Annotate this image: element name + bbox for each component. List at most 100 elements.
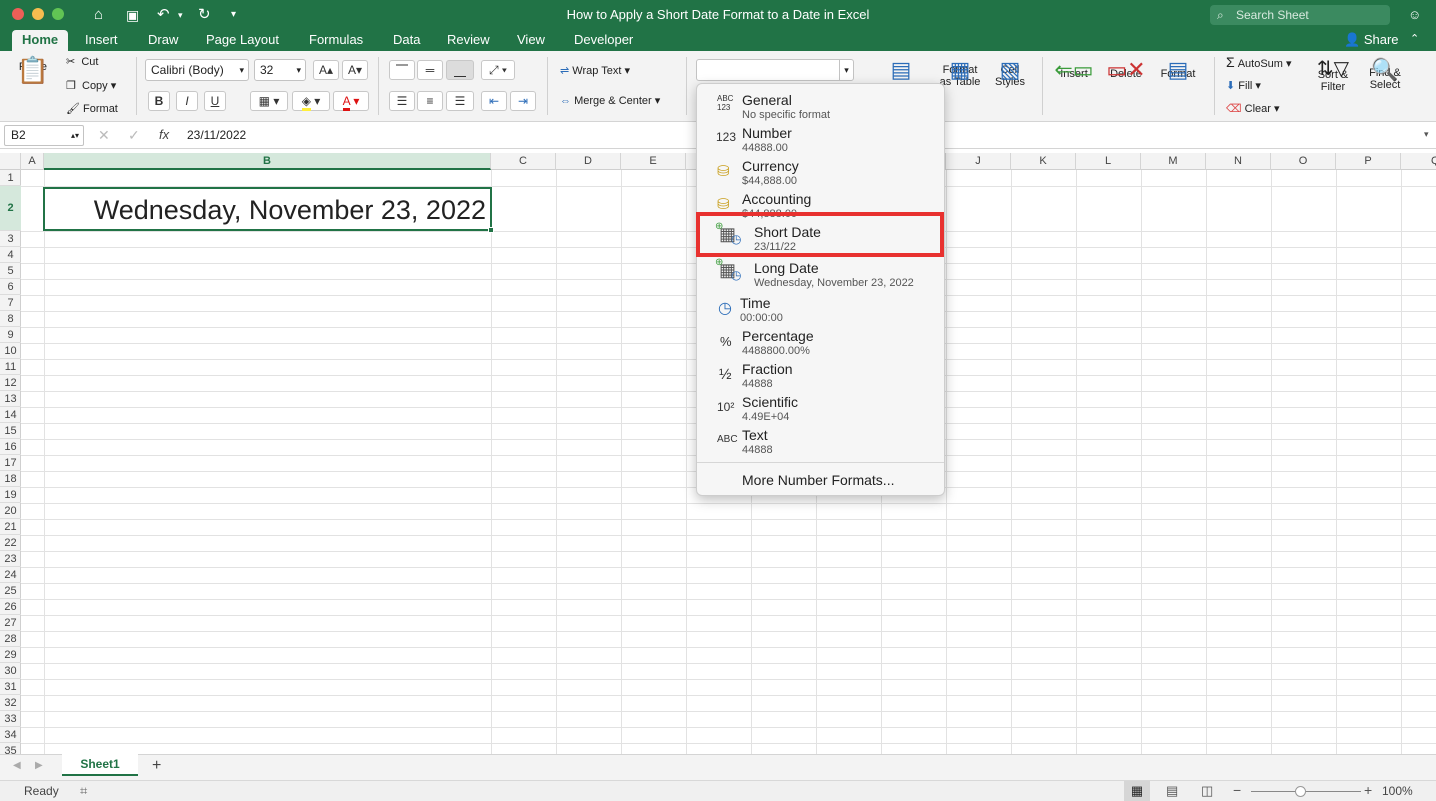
tab-view[interactable]: View <box>517 30 545 51</box>
increase-indent-button[interactable]: ⇥ <box>510 91 536 111</box>
copy-button[interactable]: ❐ Copy ▾ <box>66 80 116 92</box>
tab-draw[interactable]: Draw <box>148 30 178 51</box>
tab-review[interactable]: Review <box>447 30 490 51</box>
close-window-button[interactable] <box>12 8 24 20</box>
row-header[interactable]: 26 <box>0 599 21 615</box>
select-all-corner[interactable] <box>0 153 21 170</box>
row-header[interactable]: 33 <box>0 711 21 727</box>
column-header[interactable]: O <box>1271 153 1336 170</box>
column-header[interactable]: K <box>1011 153 1076 170</box>
align-right-button[interactable]: ☰ <box>446 91 474 111</box>
row-header[interactable]: 6 <box>0 279 21 295</box>
menu-item-percentage[interactable]: % Percentage 4488800.00% <box>697 323 944 357</box>
row-header[interactable]: 29 <box>0 647 21 663</box>
row-header[interactable]: 13 <box>0 391 21 407</box>
insert-cells-button[interactable]: ⇐▭ Insert <box>1052 59 1096 81</box>
align-top-button[interactable]: ⎺ <box>389 60 415 80</box>
feedback-icon[interactable]: ☺ <box>1408 5 1421 25</box>
menu-item-long-date[interactable]: ▦ ⊕ ◷ Long Date Wednesday, November 23, 20… <box>697 255 944 289</box>
zoom-out-icon[interactable]: − <box>1233 782 1241 798</box>
cell-b2[interactable]: Wednesday, November 23, 2022 <box>43 187 494 233</box>
font-size-select[interactable]: 32 ▾ <box>254 59 306 81</box>
row-header[interactable]: 5 <box>0 263 21 279</box>
zoom-in-icon[interactable]: + <box>1364 782 1372 798</box>
column-header[interactable]: Q <box>1401 153 1436 170</box>
menu-item-general[interactable]: ABC 123 General No specific format <box>697 87 944 121</box>
row-header[interactable]: 27 <box>0 615 21 631</box>
column-header[interactable]: E <box>621 153 686 170</box>
row-header[interactable]: 3 <box>0 231 21 247</box>
row-header[interactable]: 22 <box>0 535 21 551</box>
customize-toolbar-icon[interactable]: ▾ <box>231 5 236 25</box>
zoom-slider[interactable] <box>1251 791 1361 792</box>
page-layout-view-icon[interactable]: ▤ <box>1166 783 1178 799</box>
row-header[interactable]: 24 <box>0 567 21 583</box>
cancel-icon[interactable]: ✕ <box>98 127 110 144</box>
save-icon[interactable]: ▣ <box>126 5 139 25</box>
row-header[interactable]: 14 <box>0 407 21 423</box>
menu-item-fraction[interactable]: ½ Fraction 44888 <box>697 356 944 390</box>
home-icon[interactable]: ⌂ <box>94 5 103 25</box>
align-center-button[interactable]: ≡ <box>417 91 443 111</box>
cell-styles-button[interactable]: ▧ Cell Styles <box>988 59 1032 89</box>
menu-item-number[interactable]: 123 Number 44888.00 <box>697 120 944 154</box>
expand-formula-bar-icon[interactable]: ▾ <box>1424 129 1429 140</box>
font-name-select[interactable]: Calibri (Body) ▾ <box>145 59 249 81</box>
row-header[interactable]: 31 <box>0 679 21 695</box>
name-box[interactable]: B2 ▴▾ <box>4 125 84 146</box>
minimize-window-button[interactable] <box>32 8 44 20</box>
borders-button[interactable]: ▦ ▾ <box>250 91 288 111</box>
row-header[interactable]: 9 <box>0 327 21 343</box>
number-format-select[interactable]: ▾ <box>696 59 854 81</box>
merge-center-button[interactable]: ⇔ Merge & Center ▾ <box>560 95 660 107</box>
row-header[interactable]: 8 <box>0 311 21 327</box>
column-header[interactable]: B <box>44 153 491 170</box>
autosum-button[interactable]: Σ AutoSum ▾ <box>1226 55 1292 70</box>
decrease-indent-button[interactable]: ⇤ <box>481 91 507 111</box>
row-header[interactable]: 12 <box>0 375 21 391</box>
fill-button[interactable]: ⬇ Fill ▾ <box>1226 80 1261 92</box>
wrap-text-button[interactable]: ⇌ Wrap Text ▾ <box>560 65 630 77</box>
find-select-button[interactable]: 🔍 Find & Select <box>1362 59 1408 92</box>
tab-page-layout[interactable]: Page Layout <box>206 30 279 51</box>
decrease-font-size-button[interactable]: A▾ <box>342 60 368 80</box>
undo-dropdown-icon[interactable]: ▾ <box>178 5 183 25</box>
column-header[interactable]: J <box>946 153 1011 170</box>
row-header[interactable]: 32 <box>0 695 21 711</box>
zoom-window-button[interactable] <box>52 8 64 20</box>
fill-color-button[interactable]: ◈ ▾ <box>292 91 330 111</box>
align-middle-button[interactable]: ═ <box>417 60 443 80</box>
underline-button[interactable]: U <box>204 91 226 111</box>
column-header[interactable]: P <box>1336 153 1401 170</box>
orientation-button[interactable]: ⤢ ▾ <box>481 60 515 80</box>
row-header[interactable]: 21 <box>0 519 21 535</box>
align-bottom-button[interactable]: ⎽ <box>446 60 474 80</box>
row-header[interactable]: 20 <box>0 503 21 519</box>
row-header[interactable]: 7 <box>0 295 21 311</box>
undo-icon[interactable]: ↶ <box>157 5 170 25</box>
paste-button[interactable]: 📋 Paste <box>10 57 56 83</box>
cut-button[interactable]: ✂ Cut <box>66 56 98 68</box>
font-color-button[interactable]: A ▾ <box>333 91 369 111</box>
search-input[interactable]: ⌕ Search Sheet <box>1210 5 1390 25</box>
row-header[interactable]: 28 <box>0 631 21 647</box>
menu-item-scientific[interactable]: 10² Scientific 4.49E+04 <box>697 389 944 423</box>
column-header[interactable]: N <box>1206 153 1271 170</box>
redo-icon[interactable]: ↻ <box>198 5 211 25</box>
scroll-left-icon[interactable]: ◀ <box>13 760 21 771</box>
row-header[interactable]: 25 <box>0 583 21 599</box>
bold-button[interactable]: B <box>148 91 170 111</box>
zoom-slider-thumb[interactable] <box>1295 786 1306 797</box>
fill-handle[interactable] <box>488 227 494 233</box>
row-header[interactable]: 30 <box>0 663 21 679</box>
column-header[interactable]: L <box>1076 153 1141 170</box>
add-sheet-icon[interactable]: + <box>152 757 161 775</box>
format-cells-button[interactable]: ▤ Format <box>1156 59 1200 81</box>
menu-item-currency[interactable]: ⛁ Currency $44,888.00 <box>697 153 944 187</box>
collapse-ribbon-icon[interactable]: ⌃ <box>1410 30 1419 51</box>
row-header[interactable]: 10 <box>0 343 21 359</box>
macro-record-icon[interactable]: ⌗ <box>80 783 87 799</box>
column-header[interactable]: D <box>556 153 621 170</box>
normal-view-icon[interactable]: ▦ <box>1124 781 1150 801</box>
column-header[interactable]: A <box>21 153 44 170</box>
